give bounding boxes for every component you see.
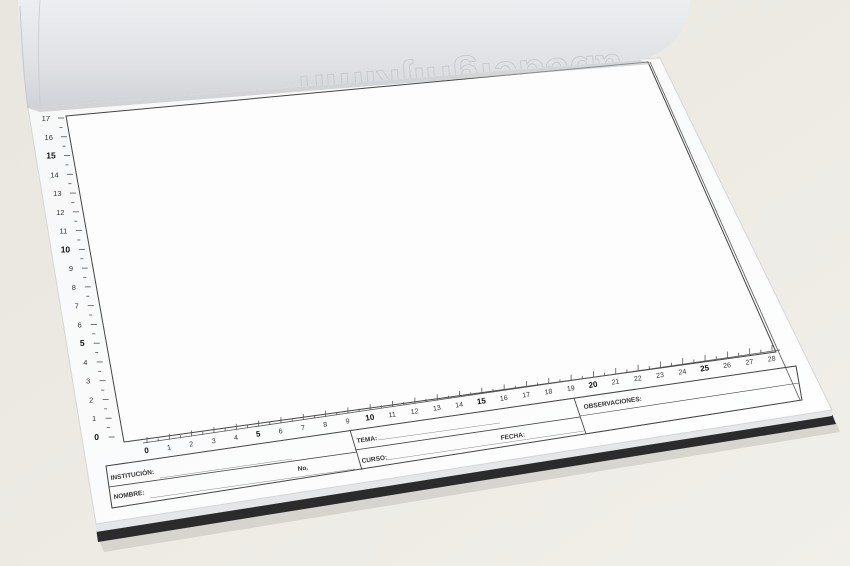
hruler-label: 19 (567, 385, 576, 393)
vruler-label: 17 (42, 114, 50, 123)
vruler-label: 16 (45, 133, 53, 142)
hruler-label: 23 (656, 372, 665, 380)
hruler-label: 22 (634, 375, 643, 383)
drawing-pad-photo: 01234567891011121314151617 0 1 2 3 4 5 6 7 8 9 10 1… (0, 0, 850, 566)
vruler-label: 11 (59, 227, 67, 236)
hruler-label: 24 (678, 369, 687, 377)
vruler-label: 13 (53, 189, 61, 198)
vruler-label: 1 (92, 414, 96, 423)
vruler-label: 2 (89, 395, 93, 404)
hruler-label: 17 (522, 392, 531, 400)
vruler-label: 12 (56, 208, 64, 217)
vruler-label: 4 (83, 358, 87, 367)
vruler-label: 8 (72, 283, 76, 292)
hruler-label: 13 (433, 405, 442, 413)
vruler-label: 3 (86, 377, 90, 386)
vruler-label: 10 (61, 244, 71, 254)
vruler-label: 0 (94, 432, 99, 442)
hruler-label: 26 (723, 362, 732, 370)
hruler-label: 12 (410, 408, 419, 416)
hruler-label: 16 (500, 395, 509, 403)
vruler-label: 7 (75, 302, 79, 311)
hruler-label: 11 (388, 411, 396, 419)
vruler-label: 5 (80, 338, 85, 348)
hruler-label: 14 (455, 401, 464, 409)
vruler-label: 15 (46, 151, 56, 161)
hruler-label: 21 (611, 378, 620, 386)
hruler-label: 27 (745, 359, 754, 367)
hruler-label: 28 (767, 355, 776, 363)
hruler-label: 18 (544, 388, 553, 396)
vruler-label: 14 (50, 170, 58, 179)
vruler-label: 9 (69, 264, 73, 273)
vruler-label: 6 (78, 320, 82, 329)
